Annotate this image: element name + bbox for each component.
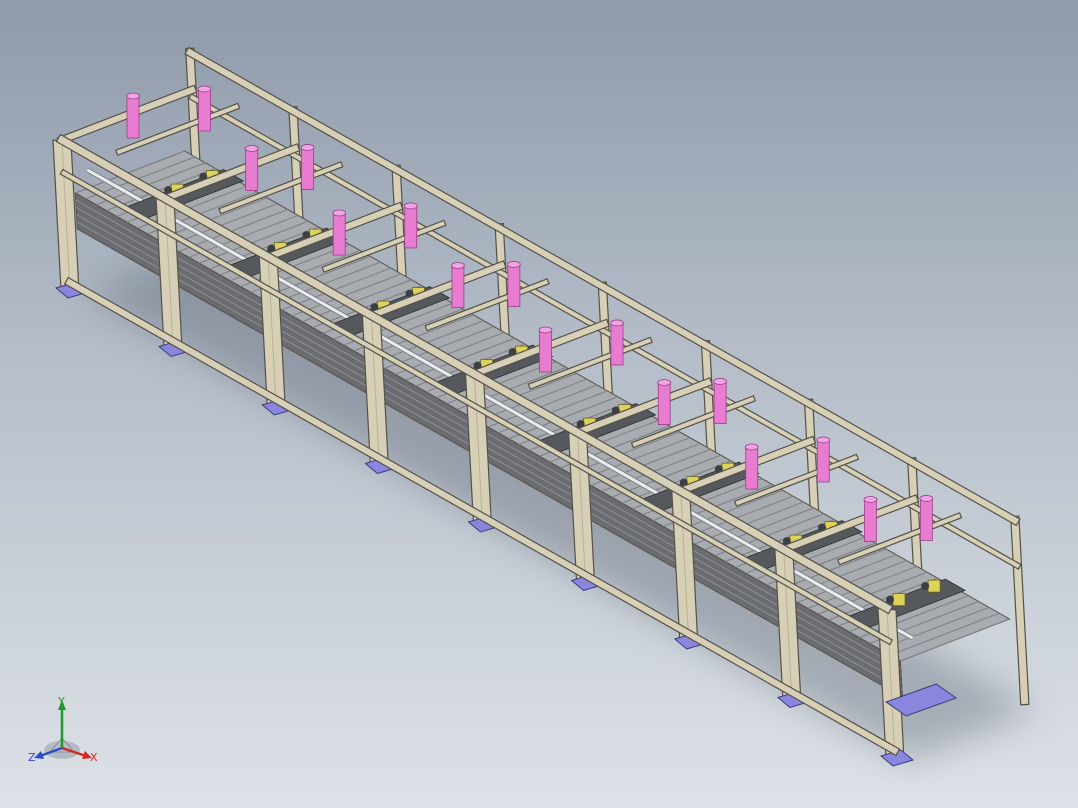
pneumatic-cylinder [451,265,465,308]
pneumatic-cylinder [816,439,830,483]
cylinder-cap [126,92,140,100]
pneumatic-cylinder [198,88,211,132]
pneumatic-cylinder [919,498,933,541]
axis-triad-graphic [34,700,92,759]
z-axis-label: Z [28,751,36,764]
pneumatic-cylinder [126,95,140,139]
motor-unit [927,579,941,593]
y-axis-label: Y [58,695,65,708]
cylinder-cap [506,261,521,268]
axis-triad: X Y Z [20,690,110,780]
rear-post [1011,516,1029,705]
cylinder-cap [300,144,315,151]
graphics-viewport[interactable]: X Y Z [0,0,1078,808]
motor-pulley [886,595,895,604]
pneumatic-cylinder [657,382,671,425]
cylinder-cap [713,378,728,385]
pneumatic-cylinder [507,264,521,307]
pneumatic-cylinder [864,499,877,542]
cylinder-cap [244,145,259,152]
motor-pulley [921,582,930,591]
x-axis-label: X [90,751,98,764]
conveyor-assembly-model[interactable] [0,0,1078,808]
pneumatic-cylinder [539,329,552,373]
cylinder-cap [197,85,212,93]
motor-unit [892,593,906,607]
cylinder-cap [744,443,759,451]
pneumatic-cylinder [332,212,346,256]
pneumatic-cylinder [301,147,315,190]
conveyor-layer [56,84,1011,698]
pneumatic-cylinder [713,381,727,424]
pneumatic-cylinder [404,205,418,249]
cylinder-cap [538,326,553,334]
cylinder-cap [657,379,672,386]
cylinder-cap [919,495,934,502]
pneumatic-cylinder [610,322,624,366]
cylinder-cap [332,209,347,217]
cylinder-cap [610,319,624,327]
cylinder-cap [403,202,418,210]
front-mid-rail [61,170,892,644]
cylinder-cap [451,262,465,269]
cylinder-cap [816,436,831,444]
cylinder-cap [863,496,878,503]
pneumatic-cylinder [245,148,259,191]
pneumatic-cylinder [745,446,759,490]
